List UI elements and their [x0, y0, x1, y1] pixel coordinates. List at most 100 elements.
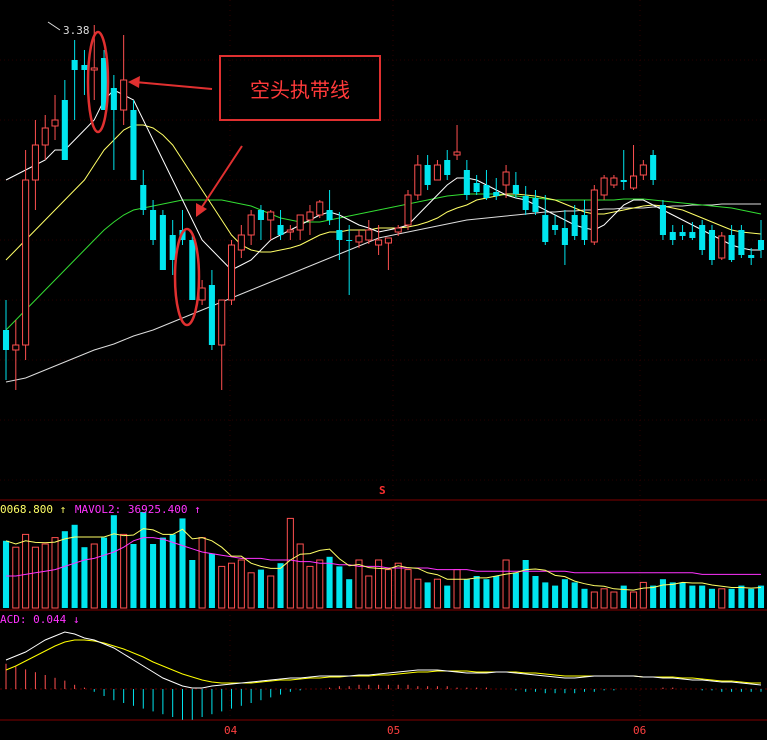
dif-line — [5, 631, 762, 689]
annotation-arrow-1 — [134, 81, 213, 90]
candle-body-62 — [610, 177, 618, 186]
volume-bar-6 — [61, 531, 68, 608]
candle-body-63 — [620, 180, 627, 182]
mavol2-line — [6, 537, 761, 577]
candle-body-40 — [394, 227, 402, 233]
kline-chart — [0, 0, 767, 721]
candle-body-28 — [277, 225, 284, 235]
candle-body-64 — [629, 175, 638, 189]
candle-body-56 — [552, 225, 559, 230]
candle-body-67 — [659, 205, 666, 235]
volume-bar-24 — [237, 559, 245, 609]
volume-indicator-legend: 0068.800 ↑ MAVOL2: 36925.400 ↑ — [0, 503, 201, 516]
volume-bar-40 — [394, 562, 402, 609]
volume-bar-21 — [208, 553, 215, 608]
candle-body-33 — [326, 210, 333, 220]
volume-bar-54 — [532, 576, 539, 608]
volume-bar-32 — [316, 559, 324, 609]
volume-bar-11 — [110, 515, 117, 608]
volume-bar-55 — [542, 582, 549, 608]
volume-bar-4 — [41, 543, 49, 609]
volume-bar-26 — [257, 569, 264, 608]
candle-body-76 — [748, 255, 755, 258]
candle-body-77 — [757, 240, 765, 250]
candle-body-17 — [169, 235, 176, 260]
candle-body-48 — [473, 183, 480, 192]
mavol2-arrow: ↑ — [194, 503, 201, 516]
mavol1-line — [5, 528, 762, 591]
candle-body-65 — [639, 164, 647, 176]
candle-body-43 — [424, 165, 431, 185]
volume-bar-1 — [12, 546, 20, 609]
macd-value: ACD: 0.044 — [0, 613, 67, 626]
volume-bar-71 — [699, 585, 706, 608]
candle-body-73 — [718, 235, 726, 259]
volume-bar-37 — [365, 575, 373, 609]
volume-bar-51 — [502, 559, 510, 609]
candle-body-29 — [286, 229, 294, 233]
volume-bar-65 — [639, 581, 647, 609]
annotation-box: 空头执带线 — [219, 55, 381, 121]
volume-bar-31 — [306, 565, 314, 609]
volume-bar-45 — [444, 585, 451, 608]
candle-body-2 — [22, 179, 30, 346]
volume-bar-59 — [581, 588, 588, 608]
candle-body-74 — [728, 235, 735, 260]
volume-bar-39 — [384, 569, 392, 609]
candle-body-69 — [679, 232, 686, 236]
volume-bar-62 — [610, 591, 618, 609]
candle-body-59 — [581, 215, 588, 240]
candle-body-23 — [227, 244, 236, 301]
volume-bar-22 — [218, 565, 226, 609]
candle-body-37 — [365, 229, 373, 241]
candle-body-75 — [738, 230, 745, 255]
candle-body-24 — [237, 234, 245, 251]
volume-bar-56 — [552, 585, 559, 608]
ma10-line — [5, 124, 762, 261]
volume-bar-34 — [336, 566, 343, 608]
volume-bar-68 — [669, 582, 676, 608]
candle-body-7 — [71, 60, 78, 70]
volume-bar-14 — [140, 512, 147, 608]
volume-bar-28 — [277, 563, 284, 608]
volume-bar-9 — [90, 543, 98, 609]
candle-body-3 — [31, 144, 39, 181]
ma5-line — [5, 89, 761, 271]
candle-body-1 — [12, 344, 20, 351]
candle-body-31 — [306, 211, 314, 221]
candle-body-9 — [90, 67, 98, 71]
high-price-pointer — [47, 21, 61, 31]
candle-body-15 — [150, 210, 157, 240]
candle-body-60 — [590, 189, 598, 243]
candle-body-57 — [561, 228, 568, 245]
volume-bar-52 — [512, 572, 519, 608]
macd-indicator-legend: ACD: 0.044 ↓ — [0, 613, 79, 626]
candle-body-4 — [41, 127, 49, 146]
volume-bar-2 — [22, 533, 30, 609]
volume-bar-8 — [81, 547, 88, 608]
volume-bar-64 — [629, 591, 638, 609]
volume-bar-43 — [424, 582, 431, 608]
mavol1-value: 0068.800 — [0, 503, 53, 516]
annotation-arrow-1-head — [128, 76, 140, 88]
volume-bar-58 — [571, 582, 578, 608]
candle-body-71 — [699, 225, 706, 250]
candle-body-66 — [650, 155, 657, 180]
candle-body-30 — [296, 214, 304, 231]
high-price-label: 3.38 — [63, 24, 90, 37]
candle-body-16 — [159, 215, 166, 270]
candle-body-46 — [453, 151, 461, 156]
volume-bar-41 — [404, 569, 412, 609]
candle-body-32 — [316, 201, 324, 216]
candle-body-34 — [336, 230, 343, 240]
volume-bar-30 — [296, 543, 304, 609]
candle-body-20 — [198, 287, 206, 301]
volume-bar-42 — [414, 578, 422, 609]
volume-bar-10 — [101, 537, 108, 608]
volume-bar-72 — [708, 588, 716, 608]
candle-body-53 — [522, 196, 529, 210]
volume-bar-67 — [659, 579, 666, 608]
annotation-arrow-2-head — [196, 203, 207, 217]
candle-body-70 — [689, 232, 696, 238]
annotation-box-text: 空头执带线 — [250, 77, 350, 102]
